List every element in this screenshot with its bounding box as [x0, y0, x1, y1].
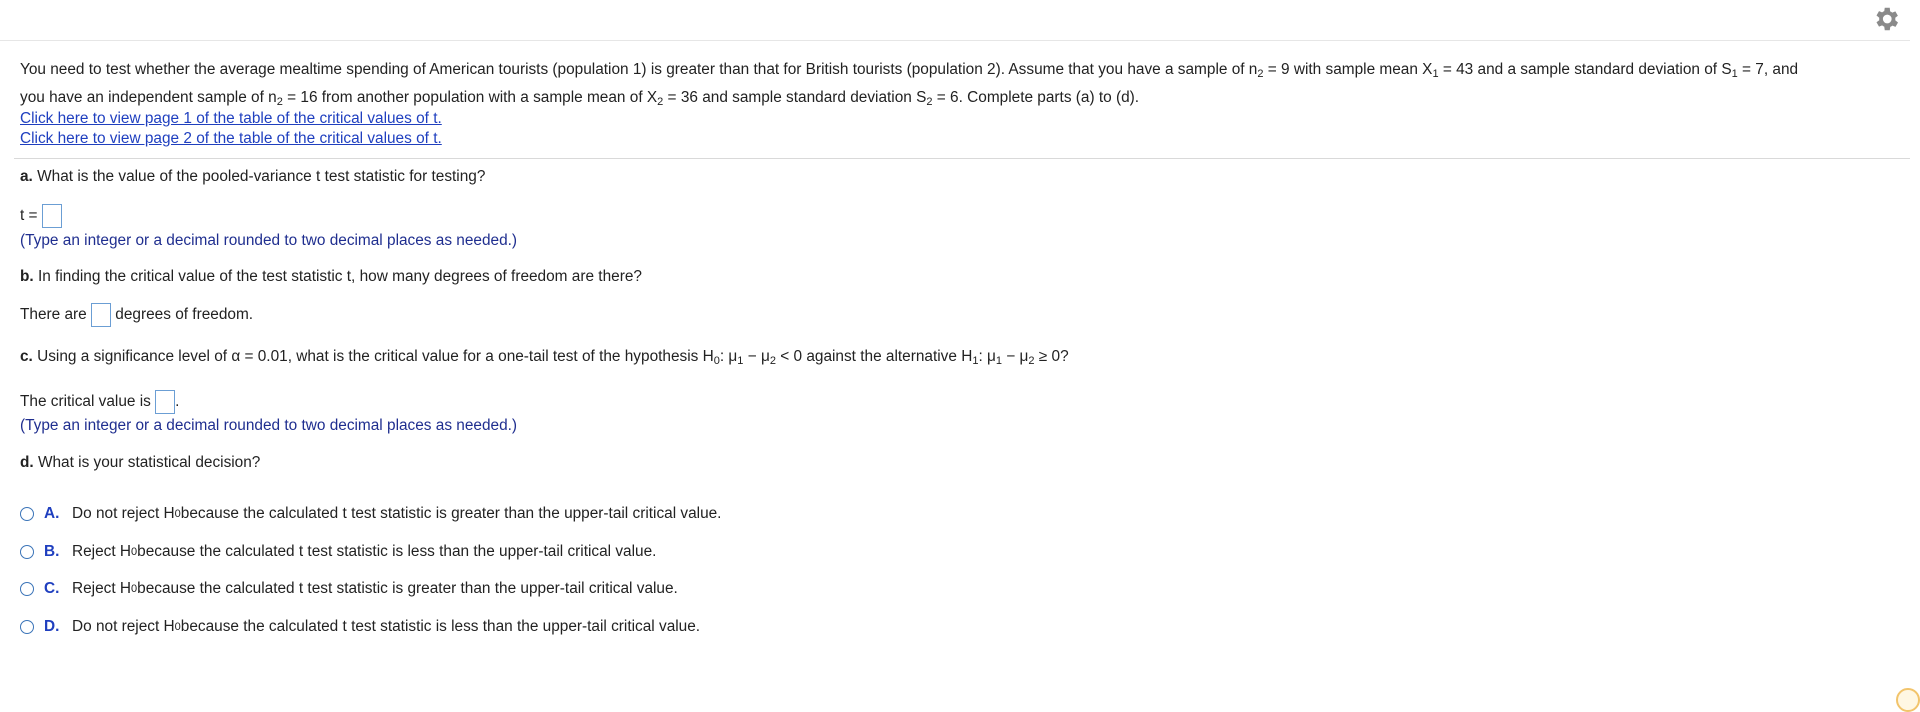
option-d[interactable]: D. Do not reject H0 because the calculat… — [20, 618, 700, 636]
part-c-answer-row: The critical value is . — [20, 390, 179, 414]
radio-d[interactable] — [20, 620, 34, 634]
option-c[interactable]: C. Reject H0 because the calculated t te… — [20, 580, 678, 598]
option-b[interactable]: B. Reject H0 because the calculated t te… — [20, 543, 656, 561]
part-c-hint: (Type an integer or a decimal rounded to… — [20, 417, 518, 434]
part-b-question: b. In finding the critical value of the … — [20, 268, 642, 285]
degrees-of-freedom-input[interactable] — [91, 303, 112, 327]
option-a[interactable]: A. Do not reject H0 because the calculat… — [20, 505, 721, 523]
critical-values-page1-link[interactable]: Click here to view page 1 of the table o… — [20, 109, 442, 129]
t-statistic-input[interactable] — [41, 204, 62, 228]
top-divider — [0, 40, 1910, 41]
part-a-answer-row: t = — [20, 204, 62, 228]
part-d-question: d. What is your statistical decision? — [20, 454, 261, 471]
radio-a[interactable] — [20, 507, 34, 521]
section-divider — [14, 158, 1910, 159]
gear-icon[interactable] — [1871, 4, 1901, 34]
radio-b[interactable] — [20, 545, 34, 559]
critical-value-input[interactable] — [155, 390, 176, 414]
part-b-answer-row: There are degrees of freedom. — [20, 303, 253, 327]
critical-values-page2-link[interactable]: Click here to view page 2 of the table o… — [20, 129, 442, 149]
table-links: Click here to view page 1 of the table o… — [20, 109, 442, 149]
part-a-hint: (Type an integer or a decimal rounded to… — [20, 232, 518, 249]
help-bubble-icon[interactable] — [1896, 688, 1920, 712]
radio-c[interactable] — [20, 582, 34, 596]
problem-statement: You need to test whether the average mea… — [20, 61, 1799, 108]
part-c-question: c. Using a significance level of α = 0.0… — [20, 348, 1069, 367]
part-a-question: a. What is the value of the pooled-varia… — [20, 168, 486, 185]
